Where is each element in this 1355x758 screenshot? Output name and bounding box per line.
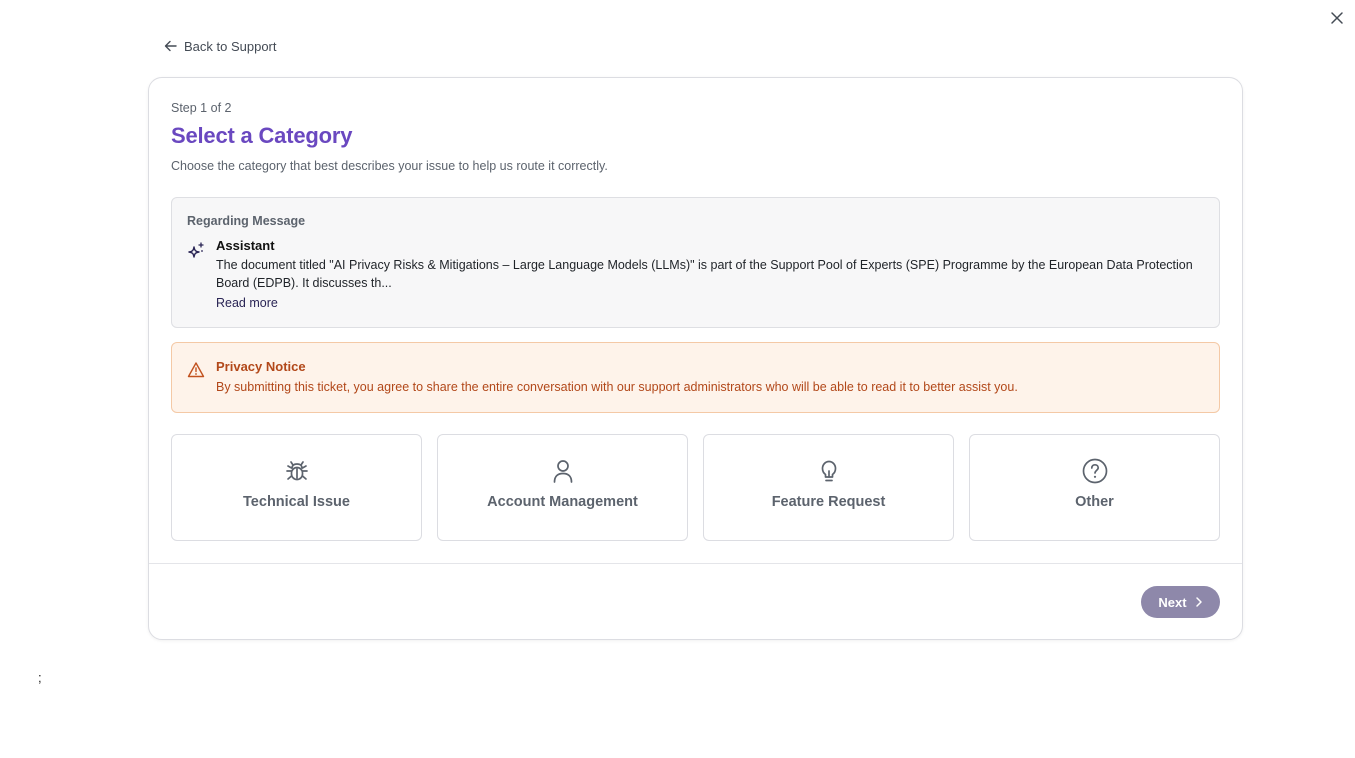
- next-button[interactable]: Next: [1141, 586, 1220, 618]
- category-technical-issue[interactable]: Technical Issue: [171, 434, 422, 541]
- category-account-management[interactable]: Account Management: [437, 434, 688, 541]
- category-other[interactable]: Other: [969, 434, 1220, 541]
- page-subtitle: Choose the category that best describes …: [171, 159, 608, 173]
- close-button[interactable]: [1327, 8, 1347, 28]
- user-icon: [553, 460, 572, 483]
- warning-triangle-icon: [187, 362, 205, 378]
- category-options: Technical Issue Account Management Featu…: [171, 434, 1220, 541]
- message-excerpt: The document titled "AI Privacy Risks & …: [216, 258, 1193, 290]
- chevron-right-icon: [1195, 597, 1202, 607]
- step-indicator: Step 1 of 2: [171, 101, 232, 115]
- page-title: Select a Category: [171, 123, 353, 148]
- question-circle-icon: [1082, 458, 1107, 484]
- lightbulb-icon: [821, 460, 836, 482]
- arrow-left-icon: [164, 40, 177, 52]
- card-footer: Next: [149, 563, 1242, 641]
- category-label: Feature Request: [771, 494, 886, 510]
- back-to-support-link[interactable]: Back to Support: [164, 37, 277, 55]
- regarding-message-box: Regarding Message Assistant The document…: [171, 197, 1220, 328]
- card-body: Step 1 of 2 Select a Category Choose the…: [149, 78, 1242, 563]
- close-icon: [1331, 12, 1343, 24]
- next-button-label: Next: [1158, 594, 1187, 610]
- read-more-link[interactable]: Read more: [216, 296, 278, 310]
- privacy-notice: Privacy Notice By submitting this ticket…: [171, 342, 1220, 413]
- message-author: Assistant: [216, 238, 275, 253]
- category-label: Technical Issue: [243, 494, 350, 510]
- sparkles-icon: [188, 242, 204, 258]
- privacy-notice-text: By submitting this ticket, you agree to …: [216, 380, 1018, 394]
- category-label: Other: [1075, 494, 1114, 510]
- bug-icon: [285, 461, 308, 481]
- stray-text: ;: [38, 670, 42, 685]
- category-feature-request[interactable]: Feature Request: [703, 434, 954, 541]
- category-label: Account Management: [487, 494, 638, 510]
- support-ticket-card: Step 1 of 2 Select a Category Choose the…: [148, 77, 1243, 640]
- privacy-notice-title: Privacy Notice: [216, 359, 306, 374]
- regarding-message-heading: Regarding Message: [187, 214, 306, 228]
- back-link-label: Back to Support: [184, 38, 277, 54]
